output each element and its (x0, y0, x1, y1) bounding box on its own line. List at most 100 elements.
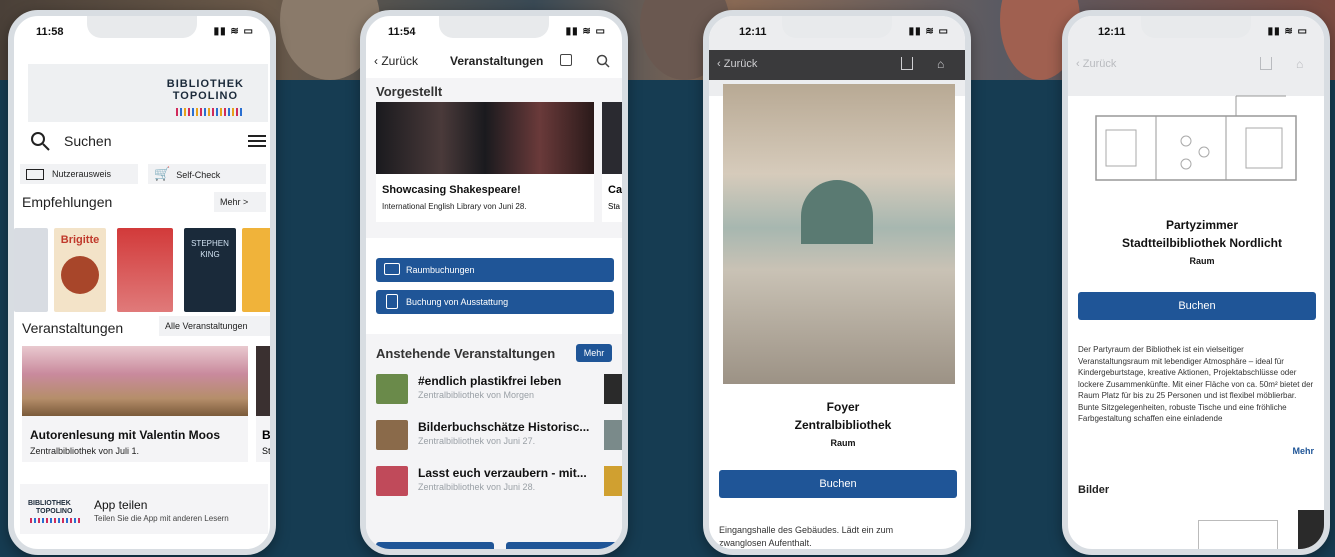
book-cover[interactable] (117, 228, 173, 312)
room-kind: Raum (830, 438, 856, 448)
section-title-events: Veranstaltungen (22, 320, 124, 336)
room-icon (384, 263, 400, 275)
photo-window (801, 180, 873, 244)
images-title: Bilder (1078, 484, 1110, 496)
book-title: Brigitte (60, 234, 100, 246)
share-icon[interactable] (901, 57, 913, 70)
event-item-subtitle: Zentralbibliothek von Juni 27. (418, 436, 536, 446)
phone-room-detail-foyer: 12:11 ▮▮ ≋ ▭ ‹ Zurück ⌂ Foyer Zentralbib… (703, 10, 971, 555)
book-cover-art (61, 256, 99, 294)
search-bar[interactable]: Suchen (30, 130, 266, 152)
book-cover[interactable] (242, 228, 270, 312)
book-cover[interactable]: Brigitte (54, 228, 106, 312)
featured-card[interactable]: Ca Sta (602, 102, 622, 222)
event-thumbnail-peek (604, 374, 622, 404)
featured-image (602, 102, 622, 174)
event-card-title: B (262, 428, 271, 442)
event-thumbnail (376, 374, 408, 404)
logo-line1: BIBLIOTHEK (166, 78, 244, 90)
all-events-button[interactable]: Alle Veranstaltungen (159, 316, 270, 336)
image-thumbnail[interactable] (1298, 510, 1324, 549)
share-icon[interactable] (1260, 57, 1272, 70)
featured-card[interactable]: Showcasing Shakespeare! International En… (376, 102, 594, 222)
user-card-button[interactable]: Nutzerausweis (20, 164, 138, 184)
card-icon (26, 169, 44, 181)
more-link[interactable]: Mehr (1292, 446, 1314, 456)
room-title-line1: Foyer (826, 400, 860, 414)
floor-plan-image (1095, 95, 1297, 181)
share-logo-stripes (30, 518, 82, 523)
home-icon[interactable]: ⌂ (937, 57, 944, 71)
share-logo-line2: TOPOLINO (36, 508, 73, 515)
phone-events-screen: 11:54 ▮▮ ≋ ▭ ‹ Zurück Veranstaltungen Vo… (360, 10, 628, 555)
book-title: STEPHEN KING (191, 239, 229, 259)
page-title: Veranstaltungen (450, 54, 544, 68)
event-image (22, 346, 248, 416)
upcoming-more-button[interactable]: Mehr (576, 344, 612, 362)
back-button[interactable]: ‹ Zurück (374, 54, 418, 68)
share-app-row[interactable]: BIBLIOTHEK TOPOLINO App teilen Teilen Si… (20, 484, 268, 534)
featured-card-title: Showcasing Shakespeare! (382, 184, 521, 196)
book-cover[interactable]: STEPHEN KING (184, 228, 236, 312)
status-bar: 11:58 ▮▮ ≋ ▭ (14, 24, 270, 44)
back-button[interactable]: ‹ Zurück (717, 58, 757, 70)
signal-wifi-battery-icon: ▮▮ ≋ ▭ (1267, 26, 1308, 37)
event-card-subtitle: Zentralbibliothek von Juli 1. (30, 446, 140, 456)
event-card[interactable]: B St (256, 346, 271, 462)
featured-image (376, 102, 594, 174)
status-bar: 11:54 ▮▮ ≋ ▭ (366, 24, 622, 44)
back-label: Zurück (1082, 58, 1117, 70)
room-kind: Raum (1189, 256, 1215, 266)
recommendations-more-button[interactable]: Mehr > (214, 192, 266, 212)
room-title-line2: Stadtteilbibliothek Nordlicht (1121, 236, 1282, 250)
phone-home-screen: 11:58 ▮▮ ≋ ▭ BIBLIOTHEK TOPOLINO Suchen … (8, 10, 276, 555)
event-list-item[interactable]: Lasst euch verzaubern - mit... Zentralbi… (376, 460, 622, 500)
event-card-subtitle: St (262, 446, 271, 456)
back-label: Zurück (381, 54, 419, 68)
event-list-item[interactable]: Bilderbuchschätze Historisc... Zentralbi… (376, 414, 622, 454)
event-item-subtitle: Zentralbibliothek von Juni 28. (418, 482, 536, 492)
self-check-label: Self-Check (176, 170, 221, 180)
room-description: Der Partyraum der Bibliothek ist ein vie… (1078, 345, 1314, 423)
self-check-button[interactable]: 🛒 Self-Check (148, 164, 266, 184)
event-item-title: Bilderbuchschätze Historisc... (418, 420, 590, 434)
event-thumbnail-peek (604, 466, 622, 496)
room-booking-button[interactable]: Raumbuchungen (376, 258, 614, 282)
status-time: 12:11 (739, 26, 767, 38)
status-time: 11:58 (36, 26, 64, 38)
calendar-icon[interactable] (560, 54, 572, 66)
event-item-title: Lasst euch verzaubern - mit... (418, 466, 587, 480)
featured-title: Vorgestellt (376, 84, 443, 99)
signal-wifi-battery-icon: ▮▮ ≋ ▭ (908, 26, 949, 37)
signal-wifi-battery-icon: ▮▮ ≋ ▭ (213, 26, 254, 37)
status-bar: 12:11 ▮▮ ≋ ▭ (1068, 24, 1324, 44)
home-icon[interactable]: ⌂ (1296, 57, 1303, 71)
event-item-subtitle: Zentralbibliothek von Morgen (418, 390, 535, 400)
book-button[interactable]: Buchen (1078, 292, 1316, 320)
phone-room-detail-partyzimmer: 12:11 ▮▮ ≋ ▭ ‹ Zurück ⌂ Partyzimmer Stad… (1062, 10, 1330, 555)
room-title-line1: Partyzimmer (1165, 218, 1239, 232)
event-card[interactable]: Autorenlesung mit Valentin Moos Zentralb… (22, 346, 248, 462)
book-cover[interactable] (14, 228, 48, 312)
event-thumbnail (376, 420, 408, 450)
bottom-button[interactable] (506, 542, 622, 549)
search-icon (31, 132, 50, 151)
logo-line2: TOPOLINO (172, 90, 238, 102)
equipment-booking-label: Buchung von Ausstattung (406, 297, 509, 307)
share-subtitle: Teilen Sie die App mit anderen Lesern (94, 514, 229, 523)
room-booking-label: Raumbuchungen (406, 265, 475, 275)
equipment-booking-button[interactable]: Buchung von Ausstattung (376, 290, 614, 314)
search-icon[interactable] (596, 54, 610, 68)
upcoming-title: Anstehende Veranstaltungen (376, 346, 556, 361)
event-item-title: #endlich plastikfrei leben (418, 374, 562, 388)
back-button[interactable]: ‹ Zurück (1076, 58, 1116, 70)
bottom-button[interactable] (376, 542, 494, 549)
image-thumbnail[interactable] (1198, 520, 1278, 549)
featured-card-subtitle: Sta (608, 202, 621, 211)
menu-icon[interactable] (248, 134, 266, 148)
signal-wifi-battery-icon: ▮▮ ≋ ▭ (565, 26, 606, 37)
event-list-item[interactable]: #endlich plastikfrei leben Zentralbiblio… (376, 368, 622, 408)
search-label: Suchen (64, 133, 112, 149)
book-button[interactable]: Buchen (719, 470, 957, 498)
room-photo (723, 84, 955, 384)
